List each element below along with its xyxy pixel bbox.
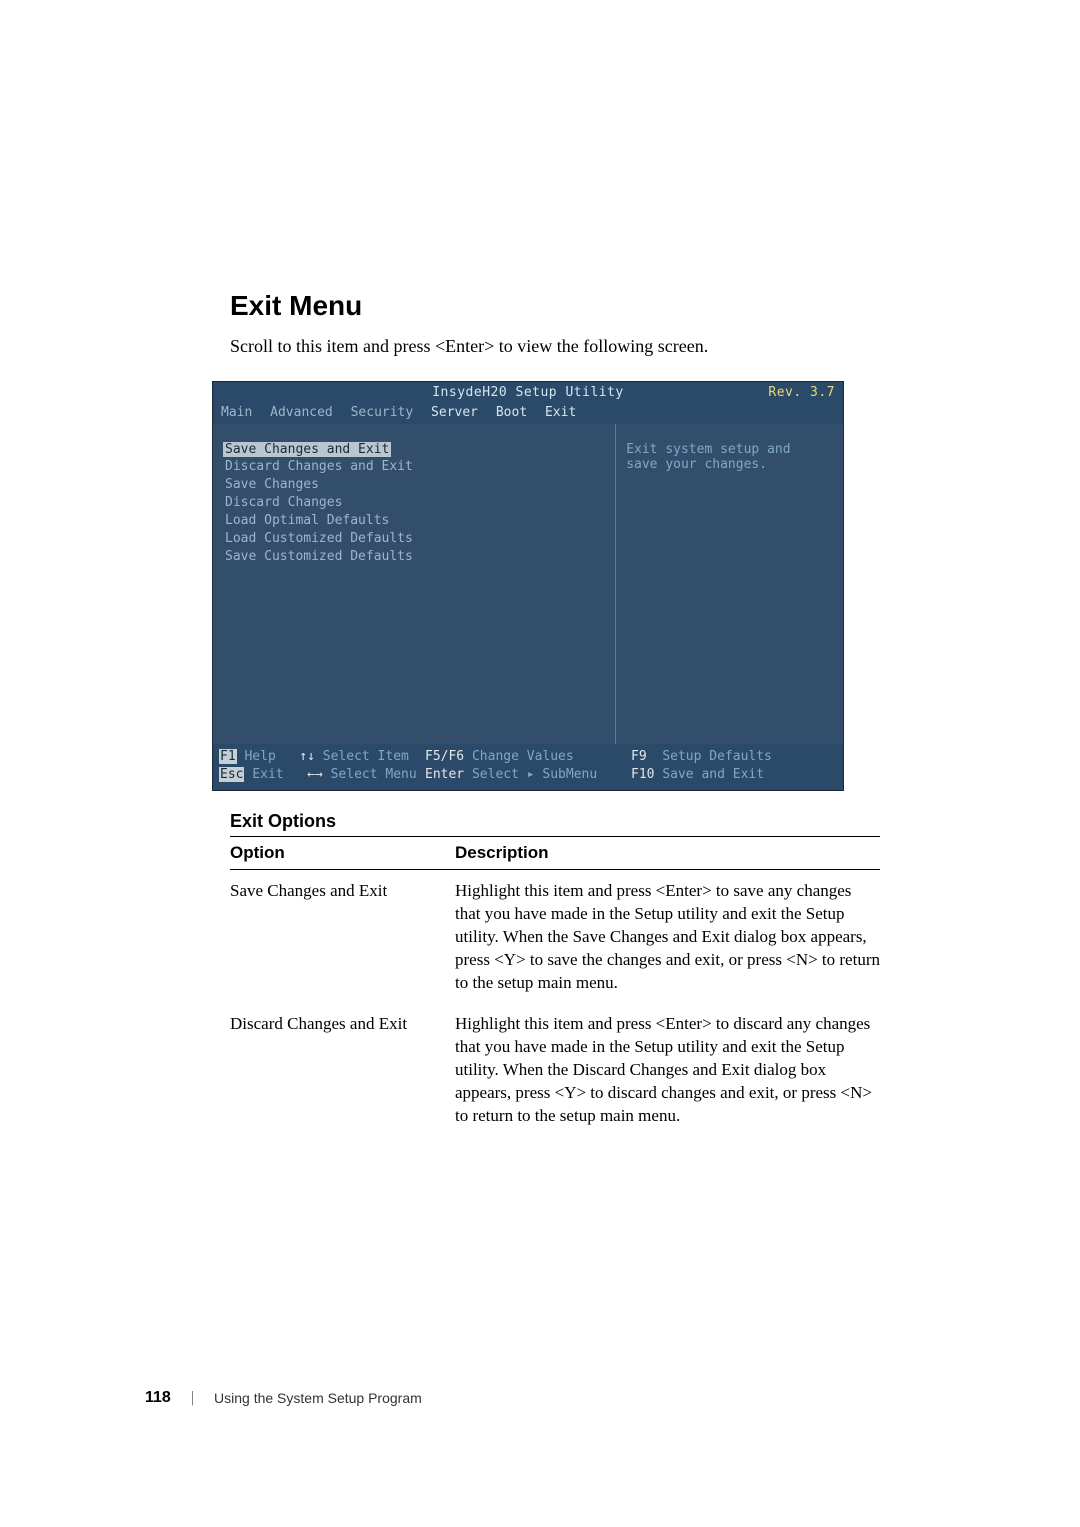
bios-menu-list: Save Changes and Exit Discard Changes an… bbox=[213, 424, 616, 744]
key-updown-label: Select Item bbox=[323, 749, 409, 764]
key-f9-label: Setup Defaults bbox=[662, 749, 772, 764]
table-title: Exit Options bbox=[230, 811, 880, 832]
bios-tab-bar: Main Advanced Security Server Boot Exit bbox=[213, 403, 843, 424]
page-number: 118 bbox=[145, 1389, 171, 1407]
bios-help-pane: Exit system setup and save your changes. bbox=[616, 424, 843, 744]
bios-screenshot: InsydeH20 Setup Utility Rev. 3.7 Main Ad… bbox=[212, 381, 844, 791]
bios-key-legend: F1 Help ↑↓ Select Item Esc Exit ←→ Selec… bbox=[213, 744, 843, 790]
table-row: Discard Changes and Exit Highlight this … bbox=[230, 1003, 880, 1136]
bios-tab-main[interactable]: Main bbox=[221, 405, 252, 420]
bios-utility-name: InsydeH20 Setup Utility bbox=[432, 385, 624, 400]
bios-item-load-optimal[interactable]: Load Optimal Defaults bbox=[223, 512, 605, 529]
section-heading: Exit Menu bbox=[230, 290, 880, 322]
key-f10: F10 bbox=[631, 767, 654, 782]
bios-tab-server[interactable]: Server bbox=[431, 405, 478, 420]
key-enter: Enter bbox=[425, 767, 464, 782]
table-row: Save Changes and Exit Highlight this ite… bbox=[230, 870, 880, 1003]
key-f5f6: F5/F6 bbox=[425, 749, 464, 764]
key-esc-label: Exit bbox=[252, 767, 283, 782]
table-header-option: Option bbox=[230, 837, 455, 870]
page-footer: 118 | Using the System Setup Program bbox=[145, 1389, 422, 1407]
intro-text: Scroll to this item and press <Enter> to… bbox=[230, 336, 880, 357]
bios-title-bar: InsydeH20 Setup Utility Rev. 3.7 bbox=[213, 382, 843, 403]
key-f1-label: Help bbox=[244, 749, 275, 764]
option-cell: Save Changes and Exit bbox=[230, 870, 455, 1003]
bios-item-save-custom[interactable]: Save Customized Defaults bbox=[223, 548, 605, 565]
bios-item-load-custom[interactable]: Load Customized Defaults bbox=[223, 530, 605, 547]
bios-item-save[interactable]: Save Changes bbox=[223, 476, 605, 493]
bios-item-save-exit[interactable]: Save Changes and Exit bbox=[223, 442, 391, 457]
desc-cell: Highlight this item and press <Enter> to… bbox=[455, 870, 880, 1003]
key-esc: Esc bbox=[219, 767, 244, 782]
key-f10-label: Save and Exit bbox=[662, 767, 764, 782]
key-updown: ↑↓ bbox=[299, 749, 315, 764]
key-leftright-label: Select Menu bbox=[331, 767, 417, 782]
bios-body: Save Changes and Exit Discard Changes an… bbox=[213, 424, 843, 744]
key-leftright: ←→ bbox=[307, 767, 323, 782]
bios-tab-exit[interactable]: Exit bbox=[545, 405, 576, 420]
option-cell: Discard Changes and Exit bbox=[230, 1003, 455, 1136]
table-header-description: Description bbox=[455, 837, 880, 870]
bios-item-discard-exit[interactable]: Discard Changes and Exit bbox=[223, 458, 605, 475]
exit-options-table: Option Description Save Changes and Exit… bbox=[230, 836, 880, 1135]
footer-chapter-label: Using the System Setup Program bbox=[214, 1390, 422, 1406]
key-enter-label: Select ▸ SubMenu bbox=[472, 767, 597, 782]
bios-tab-advanced[interactable]: Advanced bbox=[270, 405, 333, 420]
bios-item-discard[interactable]: Discard Changes bbox=[223, 494, 605, 511]
bios-tab-security[interactable]: Security bbox=[351, 405, 414, 420]
key-f5f6-label: Change Values bbox=[472, 749, 574, 764]
key-f9: F9 bbox=[631, 749, 647, 764]
bios-tab-boot[interactable]: Boot bbox=[496, 405, 527, 420]
bios-help-line: save your changes. bbox=[626, 457, 833, 472]
key-f1: F1 bbox=[219, 749, 237, 764]
desc-cell: Highlight this item and press <Enter> to… bbox=[455, 1003, 880, 1136]
bios-revision: Rev. 3.7 bbox=[768, 385, 835, 400]
footer-separator: | bbox=[191, 1389, 194, 1407]
bios-help-line: Exit system setup and bbox=[626, 442, 833, 457]
